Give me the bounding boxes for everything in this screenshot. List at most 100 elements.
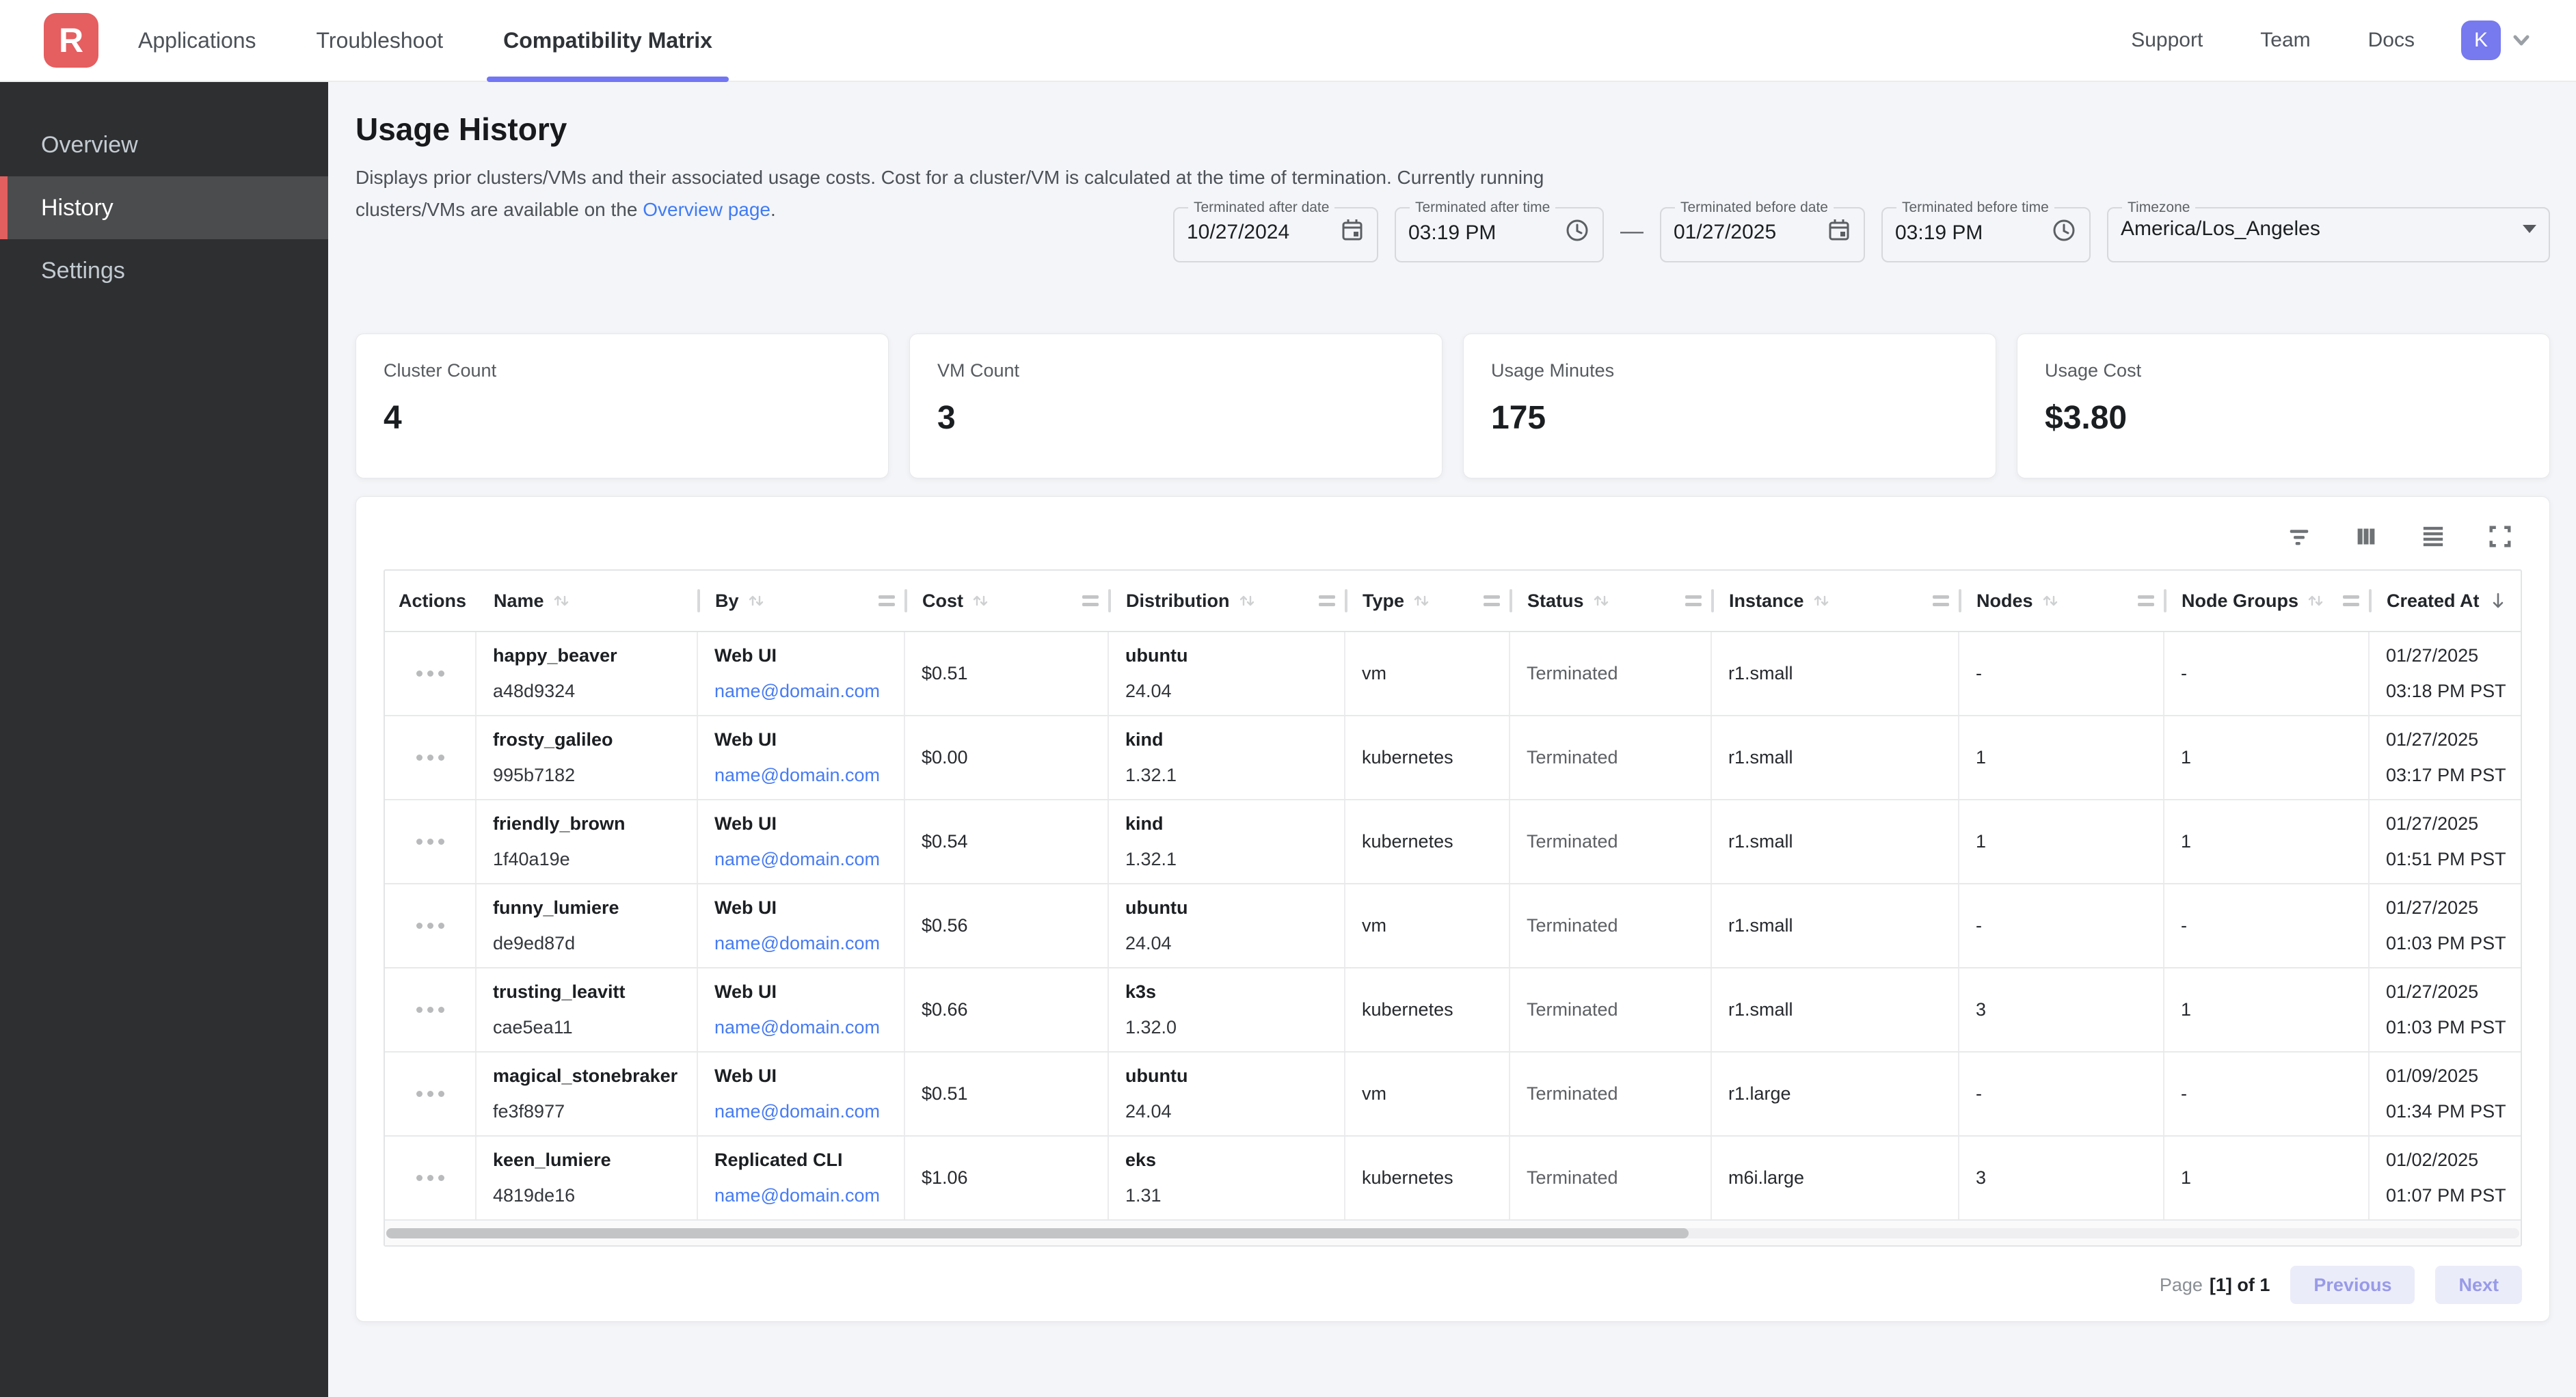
sort-icon[interactable] <box>1411 591 1432 611</box>
terminated-before-date-field[interactable]: Terminated before date 01/27/2025 <box>1660 200 1865 262</box>
column-header-created-at[interactable]: Created At <box>2370 571 2523 631</box>
table-row[interactable]: magical_stonebraker fe3f8977 Web UI name… <box>385 1053 2521 1137</box>
row-actions-menu-icon[interactable] <box>410 1168 451 1188</box>
terminated-after-time-field[interactable]: Terminated after time 03:19 PM <box>1395 200 1604 262</box>
cluster-name: frosty_galileo <box>493 729 684 750</box>
next-page-button[interactable]: Next <box>2435 1266 2522 1304</box>
terminated-before-time-field[interactable]: Terminated before time 03:19 PM <box>1881 200 2091 262</box>
cluster-id: 995b7182 <box>493 765 684 786</box>
table-row[interactable]: frosty_galileo 995b7182 Web UI name@doma… <box>385 716 2521 800</box>
sidebar-item-overview[interactable]: Overview <box>0 113 328 176</box>
created-by-email-link[interactable]: name@domain.com <box>714 765 891 786</box>
nav-tab-compatibility-matrix[interactable]: Compatibility Matrix <box>473 0 742 81</box>
created-by-email-link[interactable]: name@domain.com <box>714 1101 891 1122</box>
sort-icon[interactable] <box>2040 591 2061 611</box>
column-menu-icon[interactable] <box>1685 595 1702 606</box>
column-menu-icon[interactable] <box>2138 595 2154 606</box>
timezone-value[interactable]: America/Los_Angeles <box>2121 217 2320 241</box>
overview-page-link[interactable]: Overview page <box>643 199 770 220</box>
row-actions-menu-icon[interactable] <box>410 1000 451 1020</box>
created-by-email-link[interactable]: name@domain.com <box>714 681 891 702</box>
column-menu-icon[interactable] <box>1484 595 1500 606</box>
node-groups-value: - <box>2181 1083 2356 1104</box>
terminated-after-date-value[interactable]: 10/27/2024 <box>1187 221 1289 244</box>
created-by-email-link[interactable]: name@domain.com <box>714 849 891 870</box>
timezone-select[interactable]: Timezone America/Los_Angeles <box>2107 200 2550 262</box>
row-actions-menu-icon[interactable] <box>410 832 451 852</box>
type-value: vm <box>1362 663 1497 684</box>
sidebar-item-history[interactable]: History <box>0 176 328 239</box>
status-cell: Terminated <box>1510 716 1712 799</box>
filter-icon[interactable] <box>2281 519 2317 554</box>
nodes-value: - <box>1976 915 2151 936</box>
calendar-icon[interactable] <box>1827 217 1851 247</box>
column-header-name[interactable]: Name <box>477 571 699 631</box>
row-actions-menu-icon[interactable] <box>410 1084 451 1104</box>
sidebar: Overview History Settings <box>0 82 328 1397</box>
column-header-instance[interactable]: Instance <box>1713 571 1960 631</box>
column-header-by[interactable]: By <box>699 571 906 631</box>
sidebar-item-settings[interactable]: Settings <box>0 239 328 302</box>
column-header-type[interactable]: Type <box>1346 571 1511 631</box>
created-by-email-link[interactable]: name@domain.com <box>714 933 891 954</box>
column-menu-icon[interactable] <box>878 595 895 606</box>
table-row[interactable]: funny_lumiere de9ed87d Web UI name@domai… <box>385 884 2521 968</box>
row-actions-menu-icon[interactable] <box>410 748 451 768</box>
column-header-status[interactable]: Status <box>1511 571 1713 631</box>
docs-link[interactable]: Docs <box>2339 29 2443 52</box>
team-link[interactable]: Team <box>2231 29 2339 52</box>
page-title: Usage History <box>355 111 2550 148</box>
columns-icon[interactable] <box>2348 519 2384 554</box>
density-icon[interactable] <box>2415 519 2451 554</box>
nodes-cell: - <box>1959 884 2164 967</box>
column-header-distribution[interactable]: Distribution <box>1110 571 1346 631</box>
cluster-id: 4819de16 <box>493 1185 684 1206</box>
created-by-email-link[interactable]: name@domain.com <box>714 1185 891 1206</box>
dropdown-caret-icon[interactable] <box>2523 225 2536 233</box>
instance-cell: r1.small <box>1712 800 1959 883</box>
column-header-cost[interactable]: Cost <box>906 571 1110 631</box>
avatar[interactable]: K <box>2461 21 2501 60</box>
column-menu-icon[interactable] <box>1933 595 1949 606</box>
sort-desc-arrow-icon[interactable] <box>2488 591 2508 611</box>
created-by-email-link[interactable]: name@domain.com <box>714 1017 891 1038</box>
sort-icon[interactable] <box>970 591 991 611</box>
column-menu-icon[interactable] <box>1319 595 1335 606</box>
column-header-node-groups[interactable]: Node Groups <box>2165 571 2370 631</box>
table-row[interactable]: friendly_brown 1f40a19e Web UI name@doma… <box>385 800 2521 884</box>
previous-page-button[interactable]: Previous <box>2290 1266 2415 1304</box>
sort-icon[interactable] <box>746 591 766 611</box>
cluster-name: happy_beaver <box>493 645 684 666</box>
terminated-before-date-value[interactable]: 01/27/2025 <box>1674 221 1776 244</box>
column-menu-icon[interactable] <box>2343 595 2359 606</box>
sort-icon[interactable] <box>1811 591 1832 611</box>
column-header-nodes[interactable]: Nodes <box>1960 571 2165 631</box>
support-link[interactable]: Support <box>2102 29 2231 52</box>
horizontal-scrollbar-thumb[interactable] <box>386 1228 1689 1238</box>
sort-icon[interactable] <box>2305 591 2326 611</box>
table-row[interactable]: keen_lumiere 4819de16 Replicated CLI nam… <box>385 1137 2521 1221</box>
clock-icon[interactable] <box>1564 217 1590 249</box>
name-cell: frosty_galileo 995b7182 <box>477 716 698 799</box>
nodes-value: - <box>1976 1083 2151 1104</box>
sort-icon[interactable] <box>1237 591 1257 611</box>
nav-tab-applications[interactable]: Applications <box>108 0 286 81</box>
replicated-logo[interactable]: R <box>44 13 98 68</box>
table-row[interactable]: trusting_leavitt cae5ea11 Web UI name@do… <box>385 968 2521 1053</box>
sort-icon[interactable] <box>551 591 572 611</box>
column-menu-icon[interactable] <box>1082 595 1099 606</box>
nav-tab-troubleshoot[interactable]: Troubleshoot <box>286 0 474 81</box>
chevron-down-icon[interactable] <box>2508 27 2535 54</box>
horizontal-scrollbar-track[interactable] <box>386 1228 2519 1238</box>
terminated-after-date-field[interactable]: Terminated after date 10/27/2024 <box>1173 200 1378 262</box>
terminated-before-time-value[interactable]: 03:19 PM <box>1895 221 1983 245</box>
sort-icon[interactable] <box>1591 591 1611 611</box>
terminated-after-time-value[interactable]: 03:19 PM <box>1408 221 1496 245</box>
calendar-icon[interactable] <box>1340 217 1365 247</box>
fullscreen-icon[interactable] <box>2482 519 2518 554</box>
table-row[interactable]: happy_beaver a48d9324 Web UI name@domain… <box>385 632 2521 716</box>
row-actions-menu-icon[interactable] <box>410 916 451 936</box>
row-actions-menu-icon[interactable] <box>410 664 451 683</box>
clock-icon[interactable] <box>2051 217 2077 249</box>
nodes-value: 1 <box>1976 747 2151 768</box>
